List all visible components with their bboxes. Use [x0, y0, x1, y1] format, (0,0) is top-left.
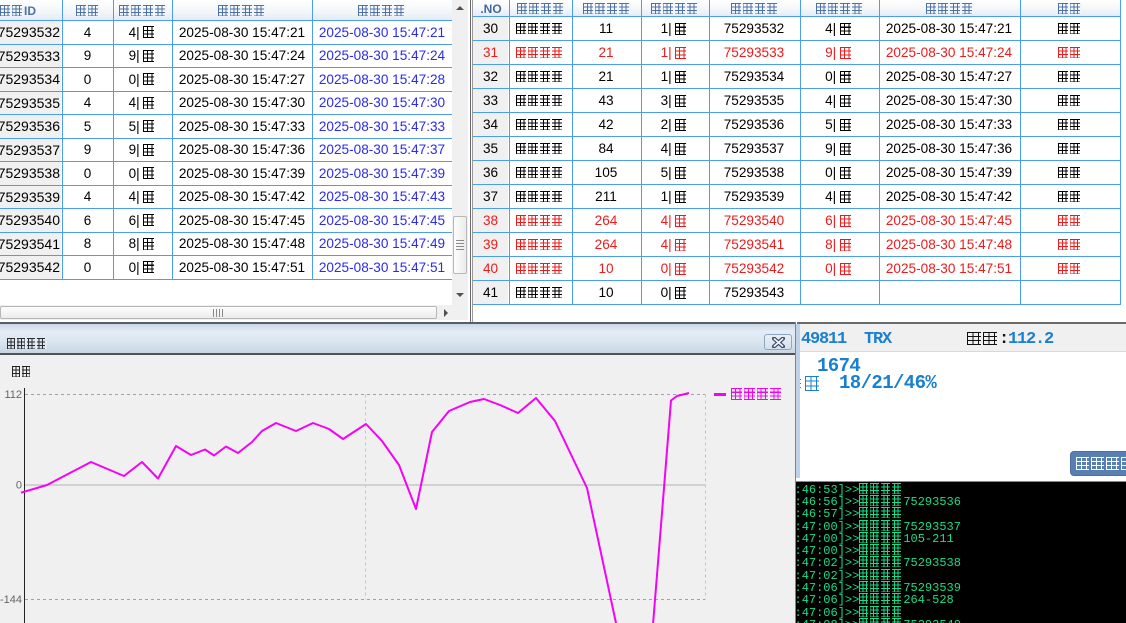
svg-text:-144: -144: [0, 594, 22, 606]
svg-text:0: 0: [16, 480, 22, 492]
svg-text:112: 112: [4, 389, 22, 401]
